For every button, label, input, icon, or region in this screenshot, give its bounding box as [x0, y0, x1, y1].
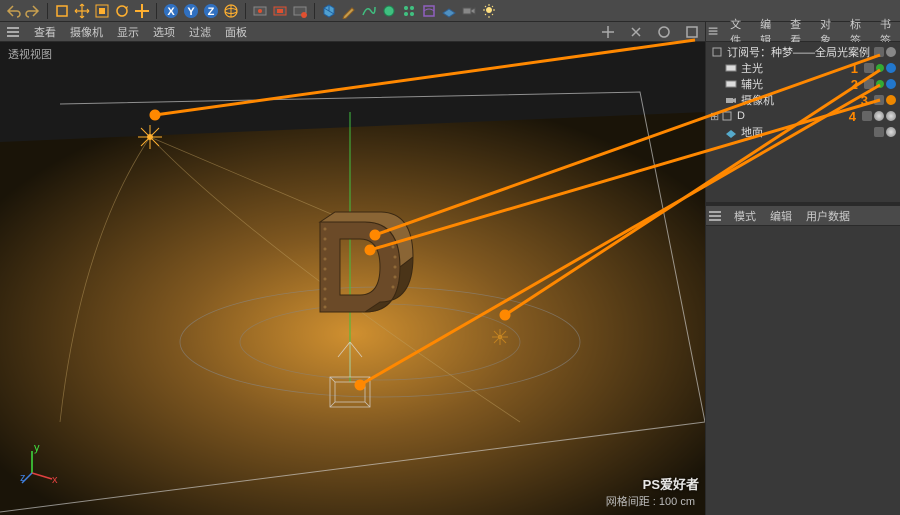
watermark: PS爱好者 — [643, 474, 699, 493]
tree-label: 地面 — [741, 124, 874, 140]
viewport-3d[interactable]: 透视视图 — [0, 42, 705, 515]
annotation-number: 4 — [849, 109, 856, 124]
undo-icon[interactable] — [4, 2, 22, 20]
annotation-number: 3 — [861, 93, 868, 108]
object-manager-tabs: 文件 编辑 查看 对象 标签 书签 — [706, 22, 900, 42]
grid-spacing-label: 网格间距 : 100 cm — [606, 493, 695, 509]
tree-row-light1[interactable]: 主光 1 — [706, 60, 900, 76]
null-icon — [710, 45, 724, 59]
null-icon — [720, 109, 734, 123]
x-axis-icon[interactable]: X — [162, 2, 180, 20]
menu-panel[interactable]: 面板 — [225, 24, 247, 40]
tree-row-d[interactable]: ⊞ D 4 — [706, 108, 900, 124]
world-icon[interactable] — [222, 2, 240, 20]
viewport-menu: 查看 摄像机 显示 选项 过滤 面板 — [0, 22, 705, 42]
menu-options[interactable]: 选项 — [153, 24, 175, 40]
tab-userdata[interactable]: 用户数据 — [804, 206, 852, 226]
render-region-icon[interactable] — [271, 2, 289, 20]
tree-row-floor[interactable]: 地面 — [706, 124, 900, 140]
tree-label: 订阅号：种梦——全局光案例 — [727, 44, 874, 60]
svg-text:X: X — [167, 6, 175, 18]
menu-camera[interactable]: 摄像机 — [70, 24, 103, 40]
annotation-number: 2 — [851, 77, 858, 92]
panel-menu-icon[interactable] — [708, 209, 722, 223]
object-tree[interactable]: 订阅号：种梦——全局光案例 主光 1 辅光 2 摄像机 3 — [706, 42, 900, 202]
tree-row-camera[interactable]: 摄像机 3 — [706, 92, 900, 108]
camera-icon — [724, 93, 738, 107]
light-icon[interactable] — [480, 2, 498, 20]
svg-text:Z: Z — [208, 6, 215, 18]
nurbs-icon[interactable] — [380, 2, 398, 20]
right-panel: 文件 编辑 查看 对象 标签 书签 订阅号：种梦——全局光案例 主光 1 — [705, 22, 900, 515]
floor-icon[interactable] — [440, 2, 458, 20]
nav-pan-icon[interactable] — [601, 25, 615, 39]
light-icon — [724, 77, 738, 91]
tree-label: 摄像机 — [741, 92, 861, 108]
attribute-tabs: 模式 编辑 用户数据 — [706, 206, 900, 226]
scale-icon[interactable] — [93, 2, 111, 20]
attribute-panel — [706, 226, 900, 515]
menu-display[interactable]: 显示 — [117, 24, 139, 40]
svg-text:y: y — [34, 445, 40, 454]
tab-mode[interactable]: 模式 — [732, 206, 758, 226]
deformer-icon[interactable] — [420, 2, 438, 20]
tree-label: 主光 — [741, 60, 851, 76]
svg-text:Y: Y — [187, 6, 195, 18]
view-config-icon[interactable] — [6, 25, 20, 39]
tree-row-light2[interactable]: 辅光 2 — [706, 76, 900, 92]
move-icon[interactable] — [73, 2, 91, 20]
render-icon[interactable] — [251, 2, 269, 20]
viewport-label: 透视视图 — [8, 46, 52, 62]
tab-edit2[interactable]: 编辑 — [768, 206, 794, 226]
plane-icon — [724, 125, 738, 139]
axis-gizmo: y x z — [20, 445, 60, 485]
panel-menu-icon[interactable] — [708, 25, 718, 39]
light-icon — [724, 61, 738, 75]
spline-icon[interactable] — [360, 2, 378, 20]
main-area: 查看 摄像机 显示 选项 过滤 面板 透视视图 — [0, 22, 900, 515]
last-tool-icon[interactable] — [133, 2, 151, 20]
svg-text:x: x — [52, 474, 58, 485]
camera-icon[interactable] — [460, 2, 478, 20]
annotation-number: 1 — [851, 61, 858, 76]
viewport-wrap: 查看 摄像机 显示 选项 过滤 面板 透视视图 — [0, 22, 705, 515]
array-icon[interactable] — [400, 2, 418, 20]
nav-rotate-icon[interactable] — [657, 25, 671, 39]
viewport-canvas — [0, 42, 705, 515]
y-axis-icon[interactable]: Y — [182, 2, 200, 20]
rotate-icon[interactable] — [113, 2, 131, 20]
z-axis-icon[interactable]: Z — [202, 2, 220, 20]
tree-label: 辅光 — [741, 76, 851, 92]
redo-icon[interactable] — [24, 2, 42, 20]
tree-row-root[interactable]: 订阅号：种梦——全局光案例 — [706, 44, 900, 60]
render-settings-icon[interactable] — [291, 2, 309, 20]
tree-label: D — [737, 110, 849, 122]
pen-icon[interactable] — [340, 2, 358, 20]
menu-view[interactable]: 查看 — [34, 24, 56, 40]
nav-max-icon[interactable] — [685, 25, 699, 39]
svg-text:z: z — [20, 472, 26, 484]
cube-icon[interactable] — [320, 2, 338, 20]
nav-zoom-icon[interactable] — [629, 25, 643, 39]
menu-filter[interactable]: 过滤 — [189, 24, 211, 40]
select-icon[interactable] — [53, 2, 71, 20]
